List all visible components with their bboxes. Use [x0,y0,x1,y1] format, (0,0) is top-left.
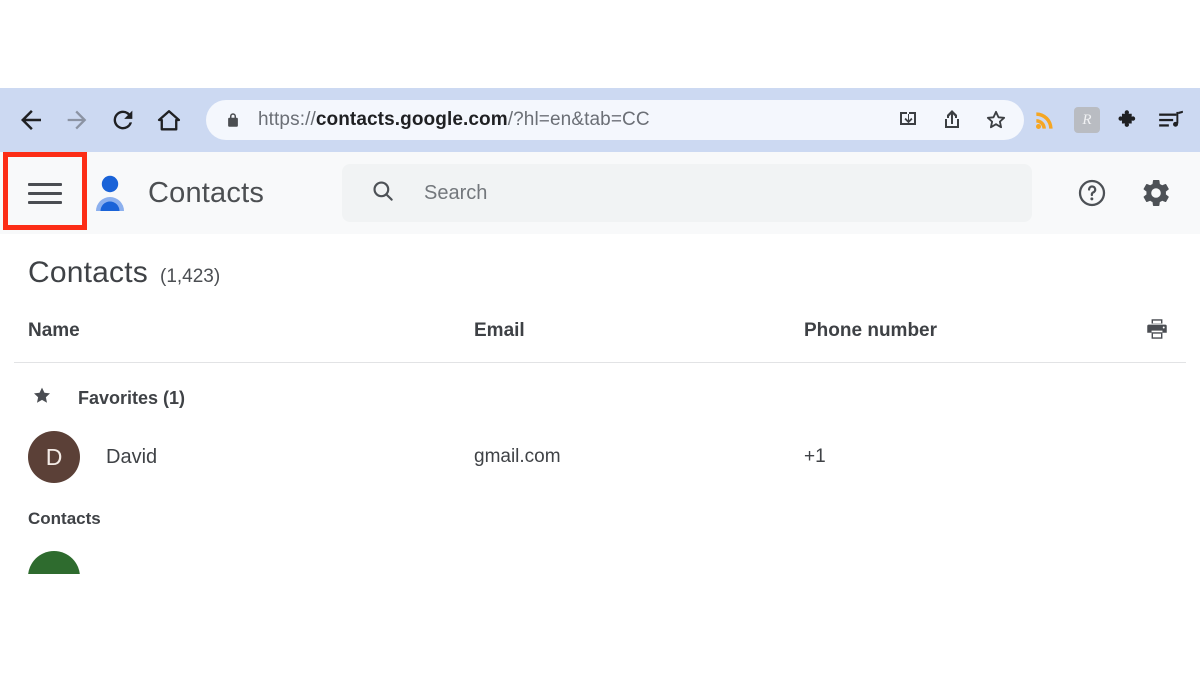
contacts-main: Contacts (1,423) Name Email Phone number [0,234,1200,574]
avatar: D [28,431,80,483]
extension-badge-icon[interactable]: R [1066,98,1108,142]
screenshot-root: https://contacts.google.com/?hl=en&tab=C… [0,0,1200,675]
group-header-favorites[interactable]: Favorites (1) [0,375,1200,421]
table-header-row: Name Email Phone number [0,316,1200,346]
column-header-phone[interactable]: Phone number [804,320,1134,342]
search-icon [370,178,396,209]
contact-phone: +1 [804,446,826,467]
share-icon[interactable] [930,100,974,140]
puzzle-extensions-icon[interactable] [1108,98,1150,142]
back-button[interactable] [8,97,54,143]
search-input[interactable]: Search [342,164,1033,222]
table-row[interactable]: D David gmail.com +1 [0,425,1200,489]
rss-feed-icon[interactable] [1024,98,1066,142]
page-title-row: Contacts (1,423) [0,234,1200,290]
printer-icon [1144,316,1170,347]
group-label-favorites: Favorites (1) [78,387,186,408]
address-bar[interactable]: https://contacts.google.com/?hl=en&tab=C… [206,100,1024,140]
extension-icons: R [1024,98,1200,142]
url-host: contacts.google.com [315,109,508,130]
column-header-email[interactable]: Email [474,320,804,342]
hamburger-menu-button[interactable] [0,152,90,234]
settings-gear-icon[interactable] [1134,171,1178,215]
lock-icon [224,110,242,130]
home-icon [157,110,181,131]
app-brand[interactable]: Contacts [90,171,264,215]
url-scheme: https:// [258,109,316,130]
browser-toolbar: https://contacts.google.com/?hl=en&tab=C… [0,88,1200,152]
header-actions [1070,171,1200,215]
download-icon[interactable] [886,100,930,140]
contacts-person-icon [90,171,130,215]
print-button[interactable] [1144,316,1200,347]
table-row[interactable] [0,551,1200,574]
app-header: Contacts Search [0,152,1200,234]
hamburger-icon [28,182,62,204]
group-label-contacts: Contacts [28,509,101,528]
omnibox-actions [886,100,1018,140]
header-divider [14,362,1186,363]
contact-email: gmail.com [474,446,561,467]
url-text: https://contacts.google.com/?hl=en&tab=C… [258,109,880,131]
page-title: Contacts [28,256,148,289]
help-icon[interactable] [1070,171,1114,215]
reload-icon [113,110,133,130]
arrow-left-icon [21,110,41,130]
extension-badge-letter: R [1074,107,1100,133]
url-path: /?hl=en&tab=CC [507,109,650,130]
search-placeholder: Search [424,181,488,204]
avatar [28,551,80,574]
app-title: Contacts [148,176,265,209]
contact-count: (1,423) [160,266,221,287]
arrow-right-icon [67,110,87,130]
forward-button[interactable] [54,97,100,143]
reload-button[interactable] [100,97,146,143]
column-header-name[interactable]: Name [28,320,474,342]
bookmark-star-icon[interactable] [974,100,1018,140]
reading-list-icon[interactable] [1150,98,1192,142]
contact-name: David [106,445,158,468]
home-button[interactable] [146,97,192,143]
star-icon [30,384,54,413]
